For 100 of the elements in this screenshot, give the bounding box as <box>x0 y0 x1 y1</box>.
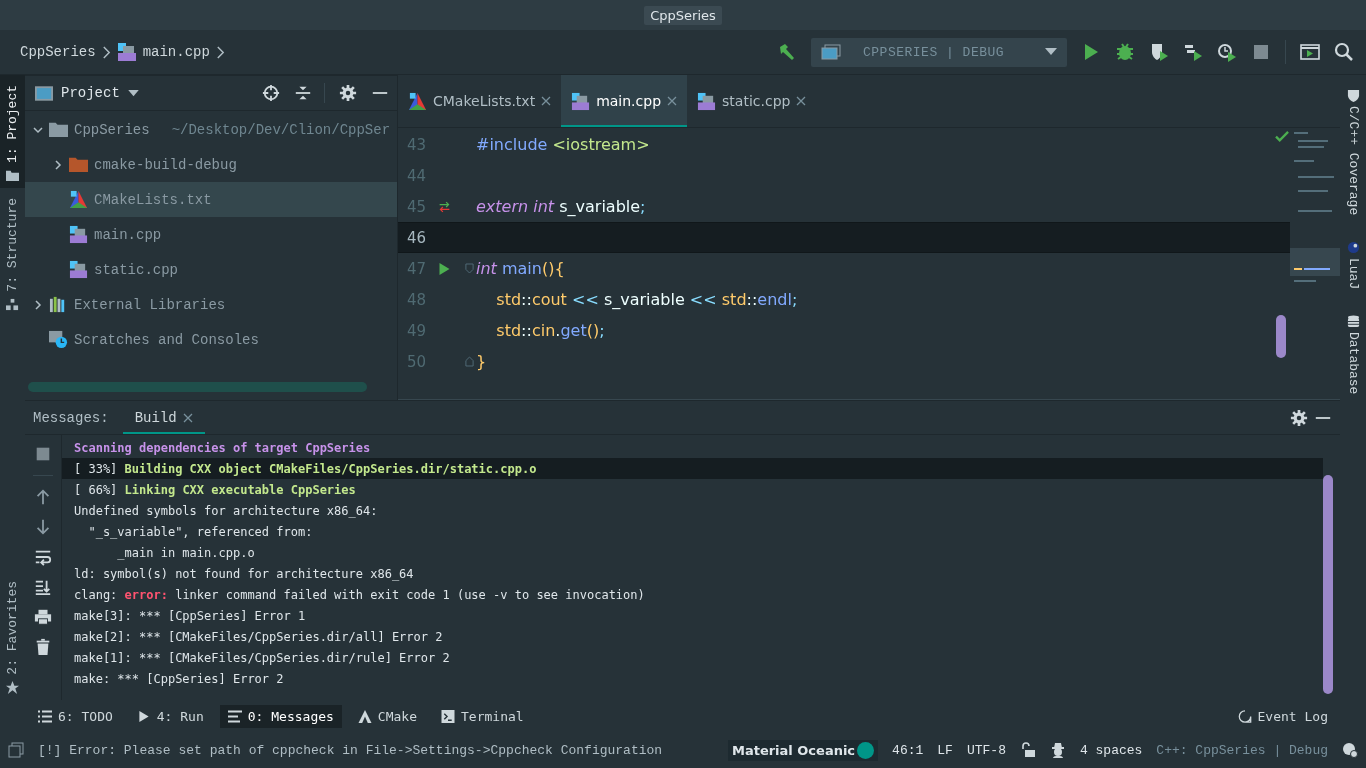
tool-window-tab[interactable]: 2: Favorites <box>5 581 20 675</box>
chevron-right-icon <box>101 45 111 59</box>
crosshair-icon[interactable] <box>262 84 280 102</box>
chevron-right-icon[interactable] <box>53 159 63 170</box>
tree-item[interactable]: main.cpp <box>25 217 397 252</box>
database-icon[interactable] <box>1346 315 1360 329</box>
theme-dot[interactable] <box>857 741 875 759</box>
clock-icon[interactable] <box>1217 42 1237 62</box>
build-output-line: _main in main.cpp.o <box>116 545 255 560</box>
tool-window-tab[interactable]: Terminal <box>433 704 532 728</box>
tree-item[interactable]: External Libraries <box>25 287 397 322</box>
status-message[interactable]: [!] Error: Please set path of cppcheck in File->Settings->Cppcheck Configuration <box>38 742 663 758</box>
arrow-up-icon[interactable] <box>34 488 52 506</box>
folder-icon <box>69 155 88 174</box>
line-number: 44 <box>405 166 426 185</box>
code-line: std::cin.get(); <box>495 321 605 340</box>
file-encoding[interactable]: UTF-8 <box>966 742 1006 758</box>
tree-item[interactable]: Scratches and Consoles <box>25 322 397 357</box>
breadcrumb-item[interactable]: main.cpp <box>142 44 210 60</box>
build-output-line: make: *** [CppSeries] Error 2 <box>74 671 284 686</box>
tool-window-tab[interactable]: 7: Structure <box>5 198 20 292</box>
line-number: 47 <box>405 259 426 278</box>
star-icon[interactable] <box>6 681 19 694</box>
folder-icon <box>49 120 68 139</box>
stop-icon[interactable] <box>1251 42 1271 62</box>
caret-icon[interactable] <box>1045 48 1057 56</box>
print-icon[interactable] <box>34 608 52 626</box>
project-view-dropdown[interactable]: Project <box>61 85 120 101</box>
tool-window-tab[interactable]: LuaJ <box>1345 258 1361 290</box>
scrollbar-thumb[interactable] <box>1276 315 1286 358</box>
tool-window-tab[interactable]: 4: Run <box>128 704 212 728</box>
close-icon[interactable] <box>667 96 678 106</box>
inspector-icon[interactable] <box>1049 742 1066 758</box>
tree-item[interactable]: cmake-build-debug <box>25 147 397 182</box>
scrollbar-thumb[interactable] <box>1323 475 1333 694</box>
terminal-window-icon[interactable] <box>1300 42 1320 62</box>
caret-position[interactable]: 46:1 <box>892 742 924 758</box>
terminal-icon <box>441 709 455 723</box>
scrollbar-thumb[interactable] <box>28 382 367 392</box>
tool-window-tab[interactable]: CMake <box>349 704 425 728</box>
build-output-line: make[1]: *** [CMakeFiles/CppSeries.dir/rule] Error 2 <box>74 650 450 665</box>
shield-icon[interactable] <box>1346 89 1360 102</box>
folder-icon[interactable] <box>6 169 19 182</box>
build-output-line: ld: symbol(s) not found for architecture x86_64 <box>74 566 414 581</box>
tool-window-tab[interactable]: 0: Messages <box>219 704 342 728</box>
editor-tab[interactable]: static.cpp <box>687 75 817 127</box>
panel-tab[interactable]: Build <box>122 401 205 434</box>
blocks-icon[interactable] <box>6 297 19 311</box>
triangle-icon <box>357 709 372 723</box>
profile-icon[interactable] <box>1183 42 1203 62</box>
chevron-right-icon[interactable] <box>33 299 43 310</box>
triangle-file-icon <box>408 91 427 111</box>
build-output-line: "_s_variable", referenced from: <box>87 524 313 539</box>
run-icon[interactable] <box>437 262 451 275</box>
chevron-down-icon[interactable] <box>33 124 43 135</box>
line-separator[interactable]: LF <box>937 742 953 758</box>
indent-setting[interactable]: 4 spaces <box>1079 742 1143 758</box>
build-output-line: [ 66%] Linking CXX executable CppSeries <box>74 482 356 497</box>
trash-icon[interactable] <box>34 638 52 656</box>
tree-item[interactable]: static.cpp <box>25 252 397 287</box>
line-number: 50 <box>405 352 426 371</box>
tool-window-tab[interactable]: 6: TODO <box>30 704 121 728</box>
panel-label: Messages: <box>33 409 109 426</box>
close-icon[interactable] <box>182 412 193 423</box>
build-output-line: Undefined symbols for architecture x86_64: <box>74 503 378 518</box>
settings-icon[interactable] <box>339 84 357 102</box>
collapse-all-icon[interactable] <box>294 84 312 102</box>
code-line: std::cout << s_variable << std::endl; <box>495 290 798 309</box>
code-line: extern int s_variable; <box>476 197 646 216</box>
build-output-line: clang: error: linker command failed with exit code 1 (use -v to see invocation) <box>74 587 645 602</box>
search-icon[interactable] <box>1334 42 1354 62</box>
triangle-file-icon <box>69 190 88 209</box>
moon-icon[interactable] <box>1346 241 1360 255</box>
editor-tab[interactable]: CMakeLists.txt <box>398 75 562 127</box>
soft-wrap-icon[interactable] <box>34 548 52 566</box>
editor-tab[interactable]: main.cpp <box>561 75 688 127</box>
coverage-icon[interactable] <box>1149 42 1169 62</box>
check-icon <box>1275 131 1290 144</box>
breadcrumb-item[interactable]: CppSeries <box>20 44 96 60</box>
window-icon <box>35 85 53 101</box>
arrow-down-icon[interactable] <box>34 518 52 536</box>
event-log-tab[interactable]: Event Log <box>1229 704 1336 728</box>
resolve-context[interactable]: C++: CppSeries | Debug <box>1156 742 1328 758</box>
stop-icon[interactable] <box>34 445 52 463</box>
close-icon[interactable] <box>796 96 807 106</box>
padlock-icon[interactable] <box>1019 742 1036 758</box>
scroll-to-end-icon[interactable] <box>34 578 52 596</box>
swap-arrows-icon[interactable] <box>437 200 451 213</box>
bug-icon[interactable] <box>1115 42 1135 62</box>
tool-window-tab[interactable]: C/C++ Coverage <box>1345 106 1361 216</box>
line-number: 49 <box>405 321 426 340</box>
tool-window-tab[interactable]: Database <box>1345 332 1361 395</box>
close-icon[interactable] <box>541 96 552 106</box>
hammer-icon[interactable] <box>777 42 797 62</box>
settings-icon[interactable] <box>1290 408 1308 427</box>
build-output-line: Scanning dependencies of target CppSeries <box>74 440 371 455</box>
tree-item[interactable]: CppSeries ~/Desktop/Dev/Clion/CppSer <box>25 112 397 147</box>
caret-icon[interactable] <box>127 89 139 97</box>
panels-icon[interactable] <box>8 742 24 758</box>
cpp-file-icon <box>69 260 88 279</box>
